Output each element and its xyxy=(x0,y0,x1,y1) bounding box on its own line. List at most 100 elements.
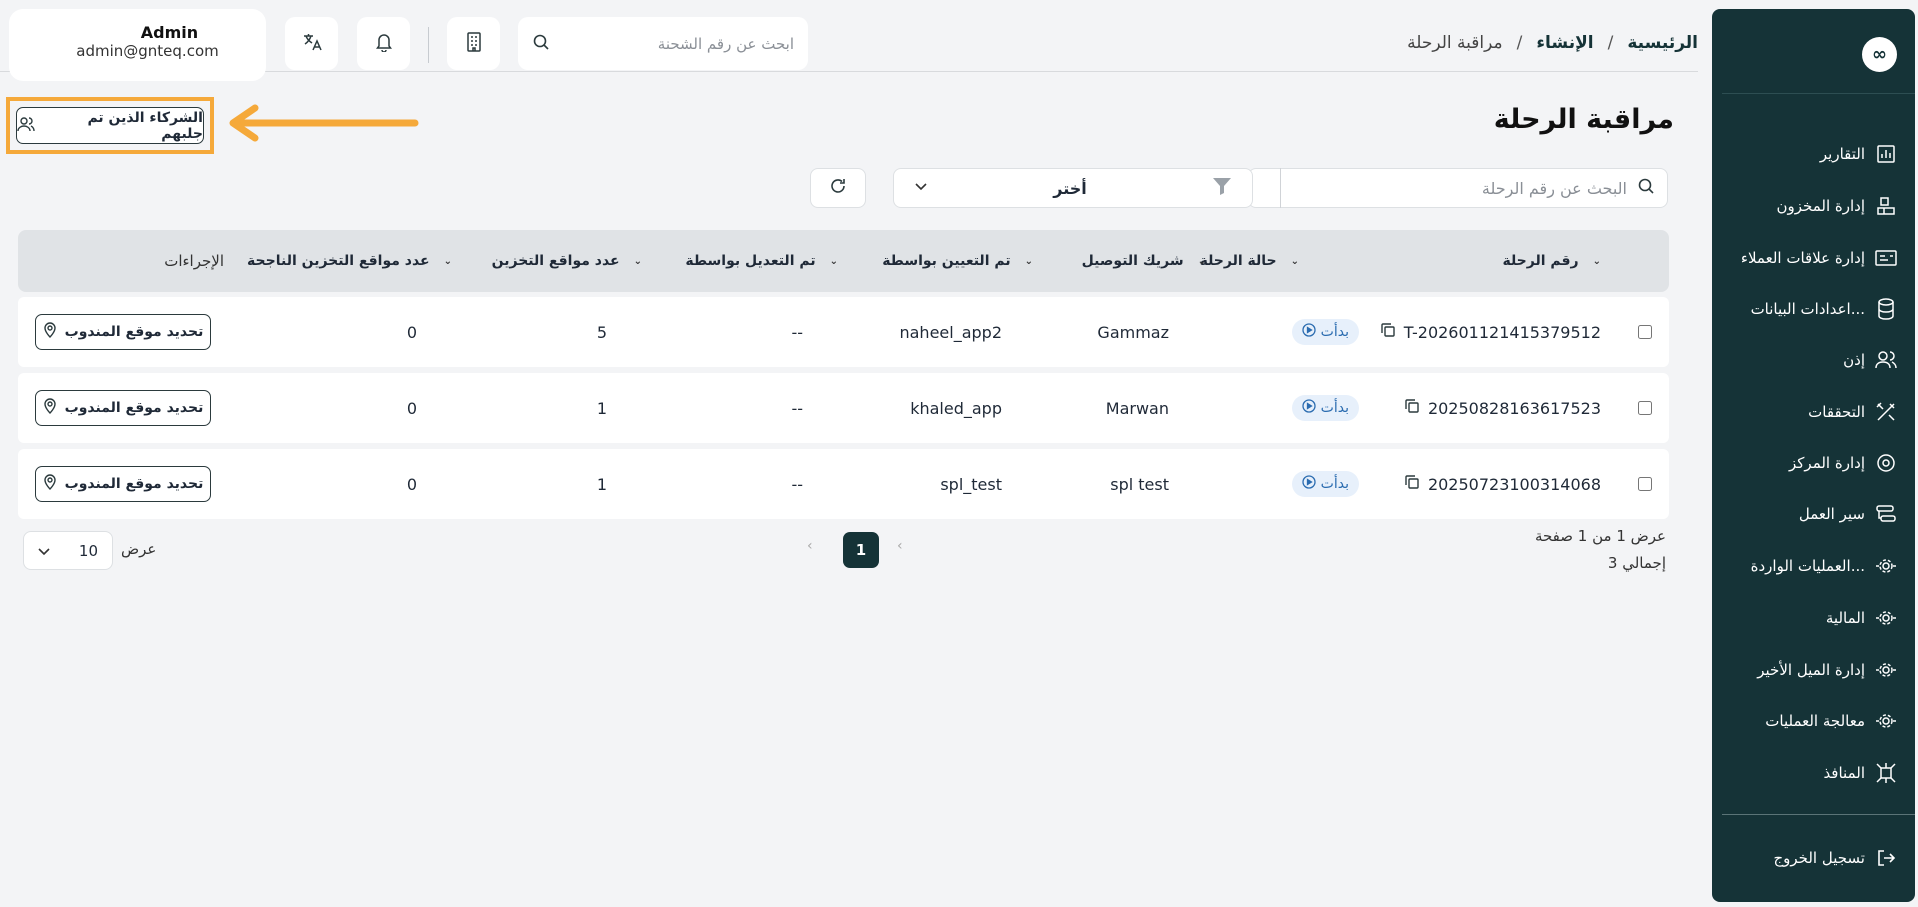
building-icon xyxy=(465,31,483,56)
attracted-partners-button[interactable]: الشركاء الذين تم جلبهم xyxy=(16,107,204,144)
attracted-partners-label: الشركاء الذين تم جلبهم xyxy=(87,109,203,142)
user-profile-card[interactable]: Admin admin@gnteq.com xyxy=(9,9,266,81)
row-checkbox[interactable] xyxy=(1638,477,1652,491)
breadcrumb-create[interactable]: الإنشاء xyxy=(1536,33,1593,53)
sidebar-item-ops-processing[interactable]: معالجة العمليات xyxy=(1722,706,1897,736)
row-checkbox[interactable] xyxy=(1638,401,1652,415)
trip-number: 20250723100314068 xyxy=(1427,474,1601,494)
sidebar-item-hub-management[interactable]: إدارة المركز xyxy=(1722,448,1897,478)
search-icon xyxy=(532,33,550,55)
bell-icon xyxy=(375,32,393,56)
gear-icon xyxy=(1875,555,1897,577)
update-agent-location-button[interactable]: تحديد موقع المندوب xyxy=(35,390,211,426)
column-header-actions: الإجراءات xyxy=(164,230,224,292)
row-checkbox[interactable] xyxy=(1638,325,1652,339)
chevron-left-icon[interactable]: ‹ xyxy=(807,538,813,554)
app-logo[interactable]: ∞ xyxy=(1862,37,1897,72)
sidebar-item-label: إدارة الميل الأخير xyxy=(1757,661,1865,679)
column-header-assigned-by[interactable]: تم التعيين بواسطة ⌄ xyxy=(882,230,1033,292)
trip-search-input[interactable] xyxy=(1261,178,1627,198)
column-header-trip-number[interactable]: رقم الرحلة ⌄ xyxy=(1502,230,1601,292)
chevron-down-icon: ⌄ xyxy=(1197,255,1206,267)
refresh-button[interactable] xyxy=(810,168,866,208)
sidebar-item-label: إدارة المخزون xyxy=(1776,197,1865,215)
sidebar-item-workflow[interactable]: سير العمل xyxy=(1722,499,1897,529)
column-header-modified-by[interactable]: تم التعديل بواسطة ⌄ xyxy=(685,230,838,292)
update-agent-location-label: تحديد موقع المندوب xyxy=(64,324,204,340)
storage-count-cell: 5 xyxy=(596,322,607,342)
search-icon xyxy=(1637,177,1655,199)
gear-icon xyxy=(1875,710,1897,732)
map-pin-icon xyxy=(43,322,57,342)
notifications-button[interactable] xyxy=(357,17,410,70)
column-header-trip-status[interactable]: حالة الرحلة ⌄ xyxy=(1200,230,1299,292)
delivery-partner-cell: Marwan xyxy=(1105,398,1169,418)
hub-settings-icon xyxy=(1875,452,1897,474)
sidebar-item-last-mile[interactable]: إدارة الميل الأخير xyxy=(1722,655,1897,685)
row-checkbox-cell xyxy=(1638,297,1652,367)
storage-success-cell: 0 xyxy=(406,398,417,418)
sidebar-item-crm[interactable]: إدارة علاقات العملاء xyxy=(1722,243,1897,273)
map-pin-icon xyxy=(43,398,57,418)
chevron-left-icon[interactable]: ‹ xyxy=(897,538,903,554)
sidebar-divider xyxy=(1722,93,1915,94)
sidebar-item-label: التقارير xyxy=(1819,145,1865,163)
storage-success-cell: 0 xyxy=(406,322,417,342)
storage-count-cell: 1 xyxy=(596,398,607,418)
chevron-down-icon: ⌄ xyxy=(1592,255,1601,267)
update-agent-location-button[interactable]: تحديد موقع المندوب xyxy=(35,314,211,350)
building-button[interactable] xyxy=(447,17,500,70)
delivery-partner-cell: spl test xyxy=(1110,474,1169,494)
update-agent-location-button[interactable]: تحديد موقع المندوب xyxy=(35,466,211,502)
refresh-icon xyxy=(829,177,847,199)
row-checkbox-cell xyxy=(1638,449,1652,519)
database-icon xyxy=(1875,298,1897,320)
play-circle-icon xyxy=(1302,475,1316,493)
users-icon xyxy=(17,116,35,136)
sidebar-item-label: التحققات xyxy=(1808,403,1865,421)
per-page-label: عرض xyxy=(121,540,157,558)
column-header-label: رقم الرحلة xyxy=(1502,253,1579,269)
column-header-label: حالة الرحلة xyxy=(1199,253,1277,269)
sidebar-divider xyxy=(1722,814,1915,815)
page-button-current[interactable]: 1 xyxy=(843,532,879,568)
sidebar-item-verifications[interactable]: التحققات xyxy=(1722,397,1897,427)
trip-status-cell: بدأت xyxy=(1291,449,1359,519)
sidebar-item-data-settings[interactable]: اعدادات البيانات... xyxy=(1722,294,1897,324)
sidebar-item-permission[interactable]: إذن xyxy=(1722,345,1897,375)
storage-count-cell: 1 xyxy=(596,474,607,494)
per-page-select[interactable]: 10 xyxy=(23,531,113,570)
actions-cell: تحديد موقع المندوب xyxy=(35,449,211,519)
sidebar-item-finance[interactable]: المالية xyxy=(1722,603,1897,633)
column-header-storage-count[interactable]: عدد مواقع التخزين ⌄ xyxy=(492,230,642,292)
assigned-by-cell: naheel_app2 xyxy=(899,322,1002,342)
table-row: 20250828163617523 بدأت Marwan khaled_app… xyxy=(18,373,1669,443)
filter-select[interactable]: أختر xyxy=(893,168,1253,208)
copy-icon[interactable] xyxy=(1404,398,1420,418)
sidebar-item-ports[interactable]: المنافذ xyxy=(1722,758,1897,788)
sidebar-item-inbound-ops[interactable]: العمليات الواردة... xyxy=(1722,551,1897,581)
column-header-label: تم التعيين بواسطة xyxy=(882,253,1011,269)
logout-button[interactable]: تسجيل الخروج xyxy=(1722,843,1897,873)
assigned-by-cell: khaled_app xyxy=(910,398,1002,418)
logout-icon xyxy=(1875,847,1897,869)
sidebar-item-label: العمليات الواردة... xyxy=(1750,557,1865,575)
sidebar-item-label: اعدادات البيانات... xyxy=(1750,300,1865,318)
sidebar-item-inventory[interactable]: إدارة المخزون xyxy=(1722,191,1897,221)
copy-icon[interactable] xyxy=(1404,474,1420,494)
sidebar-item-label: إدارة المركز xyxy=(1789,454,1865,472)
chevron-down-icon xyxy=(38,542,50,560)
network-icon xyxy=(1875,762,1897,784)
language-button[interactable] xyxy=(285,17,338,70)
breadcrumb-separator: / xyxy=(1516,33,1523,53)
shipment-search-input[interactable] xyxy=(558,34,794,53)
sidebar-item-label: المالية xyxy=(1825,609,1865,627)
breadcrumb-home[interactable]: الرئيسية xyxy=(1627,33,1698,53)
crm-icon xyxy=(1875,247,1897,269)
status-badge: بدأت xyxy=(1291,395,1359,421)
column-header-delivery-partner[interactable]: شريك التوصيل ⌄ xyxy=(1082,230,1206,292)
copy-icon[interactable] xyxy=(1380,322,1396,342)
column-header-storage-success[interactable]: عدد مواقع التخزين الناجحة ⌄ xyxy=(247,230,452,292)
play-circle-icon xyxy=(1302,399,1316,417)
sidebar-item-reports[interactable]: التقارير xyxy=(1722,139,1897,169)
